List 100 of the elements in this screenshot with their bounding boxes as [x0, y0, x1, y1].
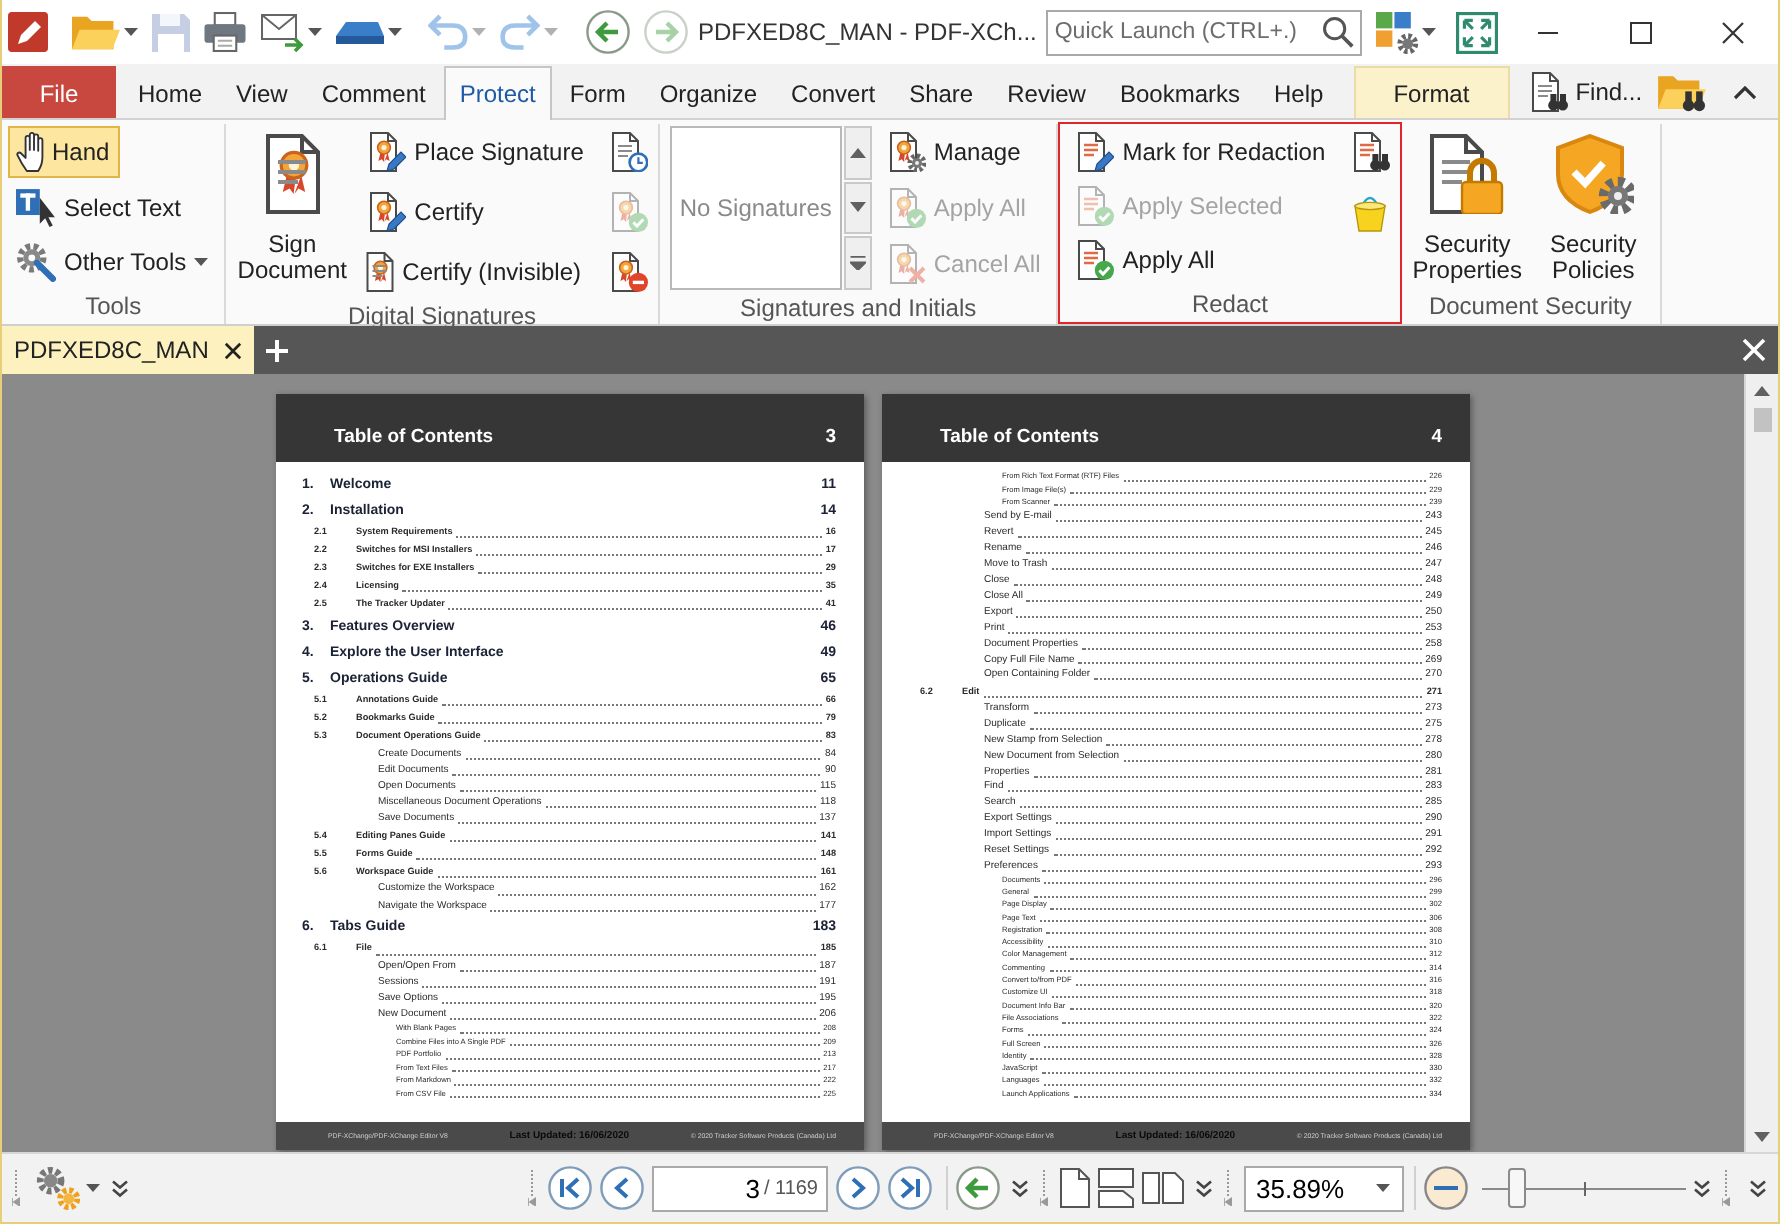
scrollbar-thumb[interactable]	[1753, 408, 1771, 432]
ribbon-tab[interactable]: Organize	[643, 66, 774, 118]
caret-icon	[1376, 1184, 1390, 1192]
ribbon-tab[interactable]: Bookmarks	[1103, 66, 1256, 118]
ribbon-tab[interactable]: Share	[893, 66, 990, 118]
tick-mark-icon	[1583, 1181, 1585, 1195]
caret-icon	[1422, 28, 1437, 36]
facing-pages-button[interactable]	[1142, 1172, 1184, 1204]
hand-icon	[16, 132, 44, 172]
expand-icon	[1456, 11, 1499, 53]
page-number-field[interactable]: 3/ 1169	[652, 1165, 828, 1211]
more-tools-button[interactable]	[112, 1179, 128, 1197]
quick-launch-field[interactable]: Quick Launch (CTRL+.)	[1046, 9, 1363, 55]
customize-button[interactable]	[1374, 6, 1439, 58]
mark-for-redaction-button[interactable]: Mark for Redaction	[1066, 126, 1336, 178]
double-chevron-icon	[1750, 1179, 1766, 1197]
page-count-label: / 1169	[763, 1177, 818, 1199]
ribbon-tab[interactable]: Protect	[443, 66, 552, 120]
security-policies-button[interactable]: Security Policies	[1533, 126, 1654, 284]
certify-button[interactable]: Certify	[358, 186, 494, 238]
hand-tool-button[interactable]: Hand	[8, 126, 120, 178]
folder-icon	[72, 15, 120, 49]
previous-page-icon	[600, 1166, 644, 1210]
list-scroll-down-button[interactable]	[843, 181, 872, 235]
list-scroll-up-button[interactable]	[843, 126, 872, 180]
certificate-pen-icon	[366, 132, 407, 172]
group-label: Digital Signatures	[345, 302, 539, 330]
close-icon	[224, 341, 243, 359]
grip-icon	[528, 1170, 536, 1206]
sign-document-button[interactable]: Sign Document	[232, 126, 353, 284]
security-properties-button[interactable]: Security Properties	[1407, 126, 1528, 284]
vertical-scrollbar[interactable]	[1744, 374, 1778, 1152]
zoom-combo-box[interactable]: 35.89%	[1244, 1165, 1404, 1211]
redo-icon	[500, 14, 540, 50]
select-text-button[interactable]: Select Text	[8, 181, 191, 233]
app-logo-icon	[8, 12, 48, 52]
list-expand-button[interactable]	[843, 236, 872, 290]
other-tools-button[interactable]: Other Tools	[8, 236, 219, 288]
settings-button[interactable]	[36, 1166, 100, 1210]
more-tools-button[interactable]	[1694, 1179, 1710, 1197]
last-page-button[interactable]	[888, 1166, 932, 1210]
previous-page-button[interactable]	[600, 1166, 644, 1210]
close-tab-button[interactable]	[220, 337, 247, 363]
full-screen-button[interactable]	[1454, 6, 1501, 58]
more-tools-button[interactable]	[1750, 1179, 1766, 1197]
print-button[interactable]	[202, 6, 248, 58]
certificate-gear-icon	[885, 132, 926, 172]
first-page-icon	[548, 1166, 592, 1210]
empty-list-message: No Signatures	[679, 194, 832, 222]
ribbon-tab[interactable]: Form	[553, 66, 642, 118]
back-button[interactable]	[584, 6, 632, 58]
close-icon	[1721, 21, 1743, 43]
place-signature-button[interactable]: Place Signature	[358, 126, 594, 178]
group-label: Document Security	[1426, 292, 1634, 324]
shield-gear-icon	[1553, 134, 1634, 214]
bucket-icon	[1353, 192, 1386, 232]
zoom-input[interactable]: 35.89%	[1256, 1173, 1368, 1203]
document-tab[interactable]: PDFXED8C_MAN	[2, 326, 255, 374]
certify-invisible-button[interactable]: Certify (Invisible)	[358, 246, 592, 298]
ribbon-tab[interactable]: View	[220, 66, 304, 118]
certificate-document-icon	[366, 252, 395, 292]
continuous-pages-button[interactable]	[1098, 1168, 1134, 1208]
group-label: Tools	[83, 292, 144, 324]
close-icon	[1742, 338, 1766, 362]
zoom-out-icon	[1424, 1166, 1468, 1210]
next-page-button[interactable]	[836, 1166, 880, 1210]
contextual-tab[interactable]: Format	[1353, 66, 1510, 118]
document-binoculars-icon	[1527, 72, 1568, 112]
last-page-icon	[888, 1166, 932, 1210]
single-page-icon	[1060, 1168, 1090, 1208]
document-pen-icon	[1074, 132, 1115, 172]
scanner-icon	[336, 21, 384, 43]
ribbon-tab[interactable]: Home	[122, 66, 219, 118]
document-check-icon	[1074, 186, 1115, 226]
certificate-pen-icon	[366, 192, 407, 232]
back-button[interactable]	[946, 1166, 1000, 1210]
ribbon-tab[interactable]: Review	[991, 66, 1102, 118]
zoom-out-button[interactable]	[1414, 1166, 1468, 1210]
manage-button[interactable]: Manage	[877, 126, 1031, 178]
find-button[interactable]: Find...	[1521, 66, 1649, 118]
layout-gear-icon	[1376, 11, 1419, 53]
slider-thumb[interactable]	[1508, 1168, 1527, 1208]
tools-icon	[16, 242, 56, 282]
caret-icon	[86, 1184, 100, 1192]
double-chevron-icon	[1694, 1179, 1710, 1197]
search-icon	[1322, 16, 1355, 48]
ribbon-tab[interactable]: Help	[1258, 66, 1340, 118]
maximize-icon	[1629, 21, 1651, 43]
apply-all-button[interactable]: Apply All	[1066, 234, 1225, 286]
ribbon-tab[interactable]: Comment	[305, 66, 442, 118]
first-page-button[interactable]	[548, 1166, 592, 1210]
page-number-input[interactable]: 3	[731, 1173, 760, 1203]
single-page-button[interactable]	[1060, 1168, 1090, 1208]
envelope-icon	[260, 13, 304, 51]
page-number: 4	[1431, 426, 1442, 448]
file-menu-tab[interactable]: File	[2, 66, 116, 118]
ribbon-tab[interactable]: Convert	[775, 66, 892, 118]
grip-icon	[1224, 1170, 1232, 1206]
more-tools-button[interactable]	[1012, 1179, 1028, 1197]
more-tools-button[interactable]	[1196, 1179, 1212, 1197]
